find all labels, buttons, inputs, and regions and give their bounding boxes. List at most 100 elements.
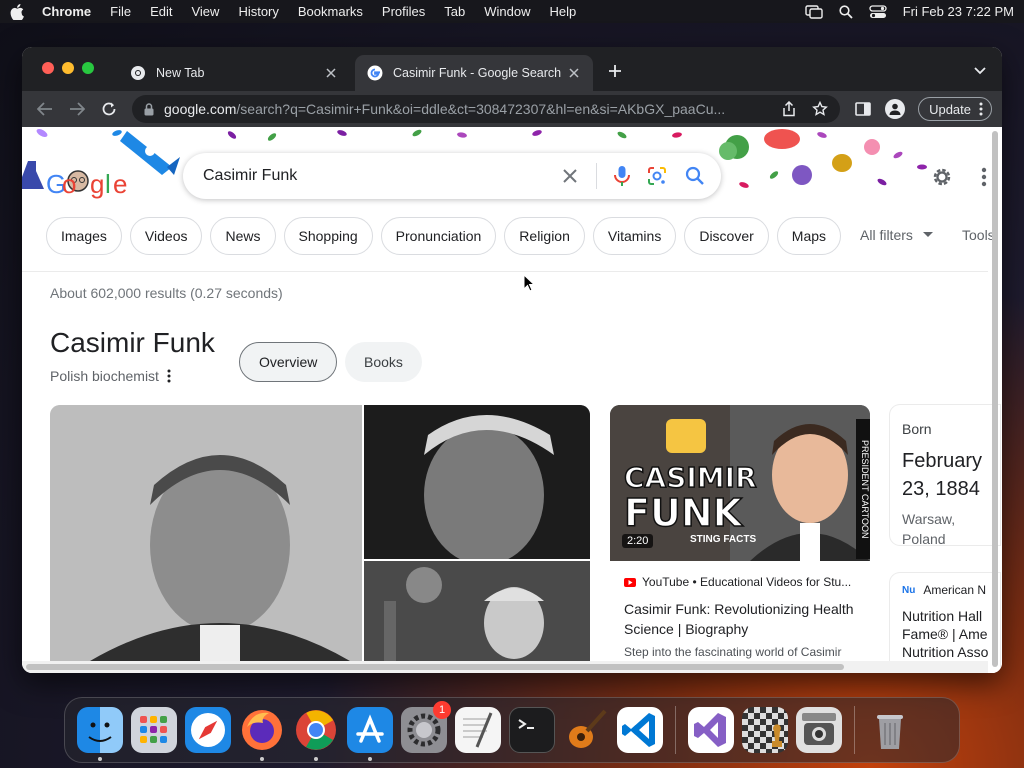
menu-file[interactable]: File	[110, 4, 131, 19]
video-thumb-title-line1: CASIMIR	[623, 460, 757, 495]
launchpad-icon[interactable]	[131, 707, 177, 753]
close-window-button[interactable]	[42, 62, 54, 74]
address-bar[interactable]: google.com/search?q=Casimir+Funk&oi=ddle…	[132, 95, 841, 123]
forward-button[interactable]	[64, 96, 90, 122]
firefox-icon[interactable]	[239, 707, 285, 761]
bookmark-star-icon[interactable]	[812, 101, 828, 117]
all-filters-dropdown[interactable]: All filters	[860, 227, 933, 243]
scrollbar-thumb[interactable]	[26, 664, 844, 670]
svg-text:l: l	[105, 169, 111, 199]
lens-search-button[interactable]	[645, 164, 669, 188]
google-apps-kebab-icon[interactable]	[980, 165, 988, 189]
firefox-logo	[242, 710, 282, 750]
chip-discover[interactable]: Discover	[684, 217, 769, 255]
gear-icon[interactable]	[930, 165, 954, 189]
video-result-card[interactable]: CASIMIR FUNK STING FACTS 2:20 PRESIDENT …	[610, 405, 870, 665]
spotlight-search-icon[interactable]	[839, 4, 853, 19]
textedit-page	[463, 712, 493, 748]
portrait-photo-main[interactable]	[50, 405, 362, 661]
tools-button[interactable]: Tools	[962, 227, 995, 243]
search-box[interactable]: Casimir Funk	[183, 153, 721, 199]
chip-videos[interactable]: Videos	[129, 217, 203, 255]
share-icon[interactable]	[782, 101, 796, 117]
tab-search-chevron-icon[interactable]	[974, 67, 986, 75]
video-title-link[interactable]: Casimir Funk: Revolutionizing Health Sci…	[624, 599, 856, 639]
safari-icon[interactable]	[185, 707, 231, 753]
video-thumbnail[interactable]: CASIMIR FUNK STING FACTS 2:20 PRESIDENT …	[610, 405, 870, 561]
chip-shopping[interactable]: Shopping	[283, 217, 373, 255]
born-fact-card[interactable]: Born February 23, 1884 Warsaw, Poland	[890, 405, 1000, 547]
close-tab-icon[interactable]	[567, 66, 581, 80]
chess-icon[interactable]	[742, 707, 788, 753]
chip-images[interactable]: Images	[46, 217, 122, 255]
related-article-card[interactable]: Nu American N Nutrition Hall Fame® | Ame…	[890, 573, 1000, 673]
tab-overview[interactable]: Overview	[239, 342, 338, 382]
profile-button[interactable]	[882, 96, 908, 122]
search-submit-button[interactable]	[683, 164, 707, 188]
minimize-window-button[interactable]	[62, 62, 74, 74]
google-doodle-logo[interactable]: G g l e o	[22, 155, 142, 209]
menu-bookmarks[interactable]: Bookmarks	[298, 4, 363, 19]
portrait-photo-secondary[interactable]	[364, 405, 590, 559]
menu-profiles[interactable]: Profiles	[382, 4, 425, 19]
menu-history[interactable]: History	[238, 4, 278, 19]
reload-button[interactable]	[96, 96, 122, 122]
clear-search-icon[interactable]	[562, 168, 578, 184]
tab-new-tab[interactable]: New Tab	[118, 55, 350, 91]
apple-logo-icon[interactable]	[10, 3, 24, 20]
menu-edit[interactable]: Edit	[150, 4, 172, 19]
chip-vitamins[interactable]: Vitamins	[592, 217, 677, 255]
app-store-icon[interactable]	[347, 707, 393, 761]
chrome-icon[interactable]	[293, 707, 339, 761]
tab-google-search[interactable]: Casimir Funk - Google Search	[355, 55, 593, 91]
screen-mirroring-icon[interactable]	[805, 4, 823, 19]
vertical-scrollbar[interactable]	[992, 131, 1000, 667]
search-input[interactable]: Casimir Funk	[203, 167, 562, 185]
terminal-icon[interactable]	[509, 707, 555, 753]
side-panel-icon	[855, 102, 871, 116]
scrollbar-thumb[interactable]	[992, 131, 998, 667]
trash-icon[interactable]	[867, 707, 913, 753]
laboratory-photo[interactable]	[364, 561, 590, 661]
video-source-text: YouTube • Educational Videos for Stu...	[642, 575, 852, 589]
trash-can	[877, 715, 903, 749]
close-tab-icon[interactable]	[324, 66, 338, 80]
chip-maps[interactable]: Maps	[776, 217, 842, 255]
chip-news[interactable]: News	[210, 217, 276, 255]
menu-app-name[interactable]: Chrome	[42, 4, 91, 19]
menubar: Chrome File Edit View History Bookmarks …	[0, 0, 1024, 23]
article-title[interactable]: Nutrition Hall Fame® | Ame Nutrition Ass…	[902, 607, 988, 661]
textedit-icon[interactable]	[455, 707, 501, 753]
control-center-icon[interactable]	[869, 4, 887, 19]
horizontal-scrollbar[interactable]	[22, 661, 988, 673]
menu-help[interactable]: Help	[550, 4, 577, 19]
search-icon	[685, 166, 704, 185]
portrait-image	[364, 405, 590, 559]
screenshot-icon[interactable]	[796, 707, 842, 753]
menu-view[interactable]: View	[191, 4, 219, 19]
lab-image	[364, 561, 590, 661]
menubar-clock[interactable]: Fri Feb 23 7:22 PM	[903, 4, 1014, 19]
svg-text:e: e	[113, 169, 127, 199]
garageband-icon[interactable]	[563, 707, 609, 753]
tab-books[interactable]: Books	[345, 342, 422, 382]
chip-religion[interactable]: Religion	[504, 217, 585, 255]
finder-icon[interactable]	[77, 707, 123, 761]
vscode-icon[interactable]	[617, 707, 663, 753]
system-settings-icon[interactable]: 1	[401, 701, 451, 753]
kebab-menu-icon	[979, 102, 983, 116]
all-filters-label: All filters	[860, 227, 913, 243]
voice-search-mic-icon[interactable]	[613, 165, 631, 187]
more-options-kebab-icon[interactable]	[167, 369, 171, 383]
update-button[interactable]: Update	[918, 97, 992, 121]
menu-tab[interactable]: Tab	[444, 4, 465, 19]
back-button[interactable]	[32, 96, 58, 122]
chip-pronunciation[interactable]: Pronunciation	[380, 217, 497, 255]
vscode-logo	[622, 713, 655, 747]
side-panel-button[interactable]	[850, 96, 876, 122]
visual-studio-icon[interactable]	[688, 707, 734, 753]
menu-window[interactable]: Window	[484, 4, 530, 19]
lock-icon[interactable]	[144, 102, 154, 116]
new-tab-button[interactable]	[608, 63, 622, 81]
zoom-window-button[interactable]	[82, 62, 94, 74]
